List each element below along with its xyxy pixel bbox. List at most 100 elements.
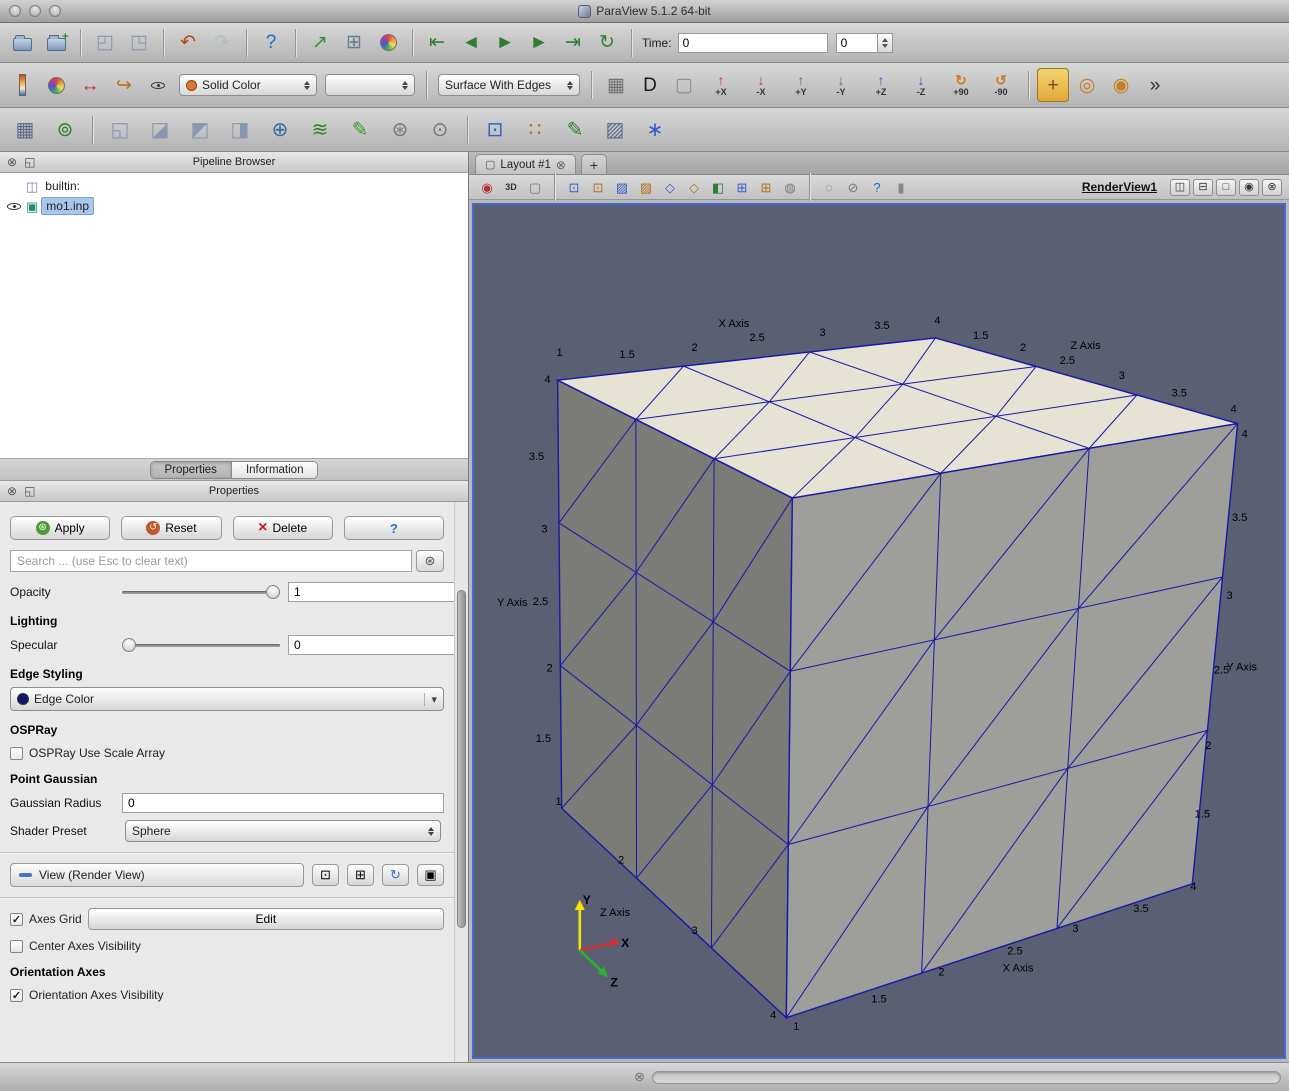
show-center-axes-icon[interactable]: ◉ [1105,68,1137,102]
set-view-plus-z-icon[interactable]: ↑+Z [862,68,900,102]
close-layout-icon[interactable]: ⊗ [556,158,566,172]
set-view-plus-y-icon[interactable]: ↑+Y [782,68,820,102]
axes-grid-edit-button[interactable]: Edit [88,908,444,930]
loop-button[interactable]: ↻ [591,26,623,60]
close-properties-panel-icon[interactable]: ⊗ [7,485,17,497]
select-block-icon[interactable]: ◧ [707,177,729,197]
load-state-icon[interactable]: ◰ [89,26,121,60]
scrollbar-thumb[interactable] [457,590,466,928]
interactive-select-cells-icon[interactable]: ✎ [556,112,594,148]
split-horizontal-icon[interactable]: ◫ [1170,179,1190,196]
color-palette-icon[interactable] [372,26,404,60]
open-data-icon[interactable] [6,26,38,60]
rotate-plus-90-icon[interactable]: ↻+90 [942,68,980,102]
representation-select[interactable]: Surface With Edges [438,74,580,96]
pipeline-item-label[interactable]: builtin: [41,178,84,194]
shader-preset-select[interactable]: Sphere [125,820,441,842]
set-view-minus-x-icon[interactable]: ↓-X [742,68,780,102]
select-points-polygon-icon[interactable]: ◇ [683,177,705,197]
help-button[interactable]: ? [344,516,444,540]
undock-pipeline-panel-icon[interactable]: ◱ [24,156,35,168]
pick-center-icon[interactable]: + [1037,68,1069,102]
data-axes-toggle-icon[interactable]: ▮ [890,177,912,197]
frame-stepper[interactable] [878,33,893,53]
hover-points-icon[interactable]: ◌ [818,177,840,197]
select-points-through-icon[interactable]: ▨ [635,177,657,197]
reset-center-icon[interactable]: ◎ [1071,68,1103,102]
orientation-axes-visibility-checkbox[interactable] [10,989,23,1002]
edge-color-select[interactable]: Edge Color ▾ [10,687,444,711]
tab-properties[interactable]: Properties [151,462,232,478]
properties-scrollbar[interactable] [454,502,468,1062]
titlebar[interactable]: ParaView 5.1.2 64-bit [0,0,1289,23]
zoom-window-button[interactable] [49,5,61,17]
rescale-custom-icon[interactable]: ↪ [108,68,140,102]
reset-button[interactable]: ↺ Reset [121,516,221,540]
rescale-range-icon[interactable]: ↔ [74,68,106,102]
add-layout-button[interactable]: + [581,154,607,174]
data-axes-icon[interactable]: D [634,68,666,102]
clear-selection-icon[interactable]: ⊘ [842,177,864,197]
split-vertical-icon[interactable]: ⊟ [1193,179,1213,196]
delete-button[interactable]: × Delete [233,516,333,540]
selection-help-icon[interactable]: ? [866,177,888,197]
render-view[interactable]: X Axis11.522.533.54Z Axis1.522.533.54Y A… [472,203,1286,1059]
help-icon[interactable]: ? [255,26,287,60]
select-cells-rectangle-icon[interactable]: ⊡ [476,112,514,148]
fullscreen-view-icon[interactable]: ◉ [1239,179,1259,196]
select-points-on-icon[interactable]: ⊡ [587,177,609,197]
save-view-settings-button[interactable]: ▣ [417,864,444,886]
camera-icon[interactable]: ◉ [476,177,498,197]
interaction-mode-3d-icon[interactable]: 3D [500,177,522,197]
minimize-window-button[interactable] [29,5,41,17]
plot-selection-icon[interactable]: ▨ [596,112,634,148]
probe-location-icon[interactable]: ⊚ [46,112,84,148]
spreadsheet-view-icon[interactable]: ▦ [6,112,44,148]
rescale-visible-icon[interactable] [142,68,174,102]
calculator-icon[interactable]: ◱ [101,112,139,148]
select-cells-on-icon[interactable]: ⊡ [563,177,585,197]
pipeline-item[interactable]: ◫builtin: [0,176,468,196]
color-by-select[interactable]: Solid Color [179,74,317,96]
undock-properties-panel-icon[interactable]: ◱ [24,485,35,497]
visibility-cell[interactable] [5,199,23,214]
first-frame-button[interactable]: ⇤ [421,26,453,60]
extract-block-icon[interactable]: ⊙ [421,112,459,148]
previous-frame-button[interactable]: ◄ [455,26,487,60]
frame-value-input[interactable] [836,33,878,53]
toolbar-overflow-icon[interactable]: » [1139,68,1171,102]
edit-colormap-icon[interactable] [40,68,72,102]
eye-icon[interactable] [6,199,22,214]
select-view-icon[interactable]: ⊞ [338,26,370,60]
apply-button[interactable]: ⊛ Apply [10,516,110,540]
glyph-filter-icon[interactable]: ⊕ [261,112,299,148]
search-input[interactable] [10,550,412,572]
time-value-input[interactable] [678,33,828,53]
layout-tab[interactable]: ▢ Layout #1 ⊗ [475,154,576,174]
opacity-slider[interactable] [122,583,280,601]
reload-view-settings-button[interactable]: ↻ [382,864,409,886]
close-window-button[interactable] [9,5,21,17]
specular-slider[interactable] [122,636,280,654]
play-button[interactable]: ► [489,26,521,60]
set-view-plus-x-icon[interactable]: ↑+X [702,68,740,102]
set-view-minus-z-icon[interactable]: ↓-Z [902,68,940,102]
interactive-select-cells-icon[interactable]: ⊞ [731,177,753,197]
pipeline-list[interactable]: ◫builtin:▣mo1.inp [0,173,468,459]
maximize-view-icon[interactable]: □ [1216,179,1236,196]
interactive-select-points-icon[interactable]: ⊞ [755,177,777,197]
axes-grid-checkbox[interactable] [10,913,23,926]
slice-filter-icon[interactable]: ◩ [181,112,219,148]
view-section-button[interactable]: View (Render View) [10,863,304,887]
contour-filter-icon[interactable]: ≋ [301,112,339,148]
show-axes-grid-icon[interactable]: ▦ [600,68,632,102]
copy-view-settings-button[interactable]: ⊡ [312,864,339,886]
last-frame-button[interactable]: ⇥ [557,26,589,60]
rotate-minus-90-icon[interactable]: ↺-90 [982,68,1020,102]
redo-icon[interactable]: ↷ [206,26,238,60]
abort-progress-icon[interactable]: ⊗ [634,1070,645,1083]
select-cells-through-icon[interactable]: ▨ [611,177,633,197]
paste-view-settings-button[interactable]: ⊞ [347,864,374,886]
save-screenshot-icon[interactable]: ↗ [304,26,336,60]
hover-cells-icon[interactable]: ◍ [779,177,801,197]
